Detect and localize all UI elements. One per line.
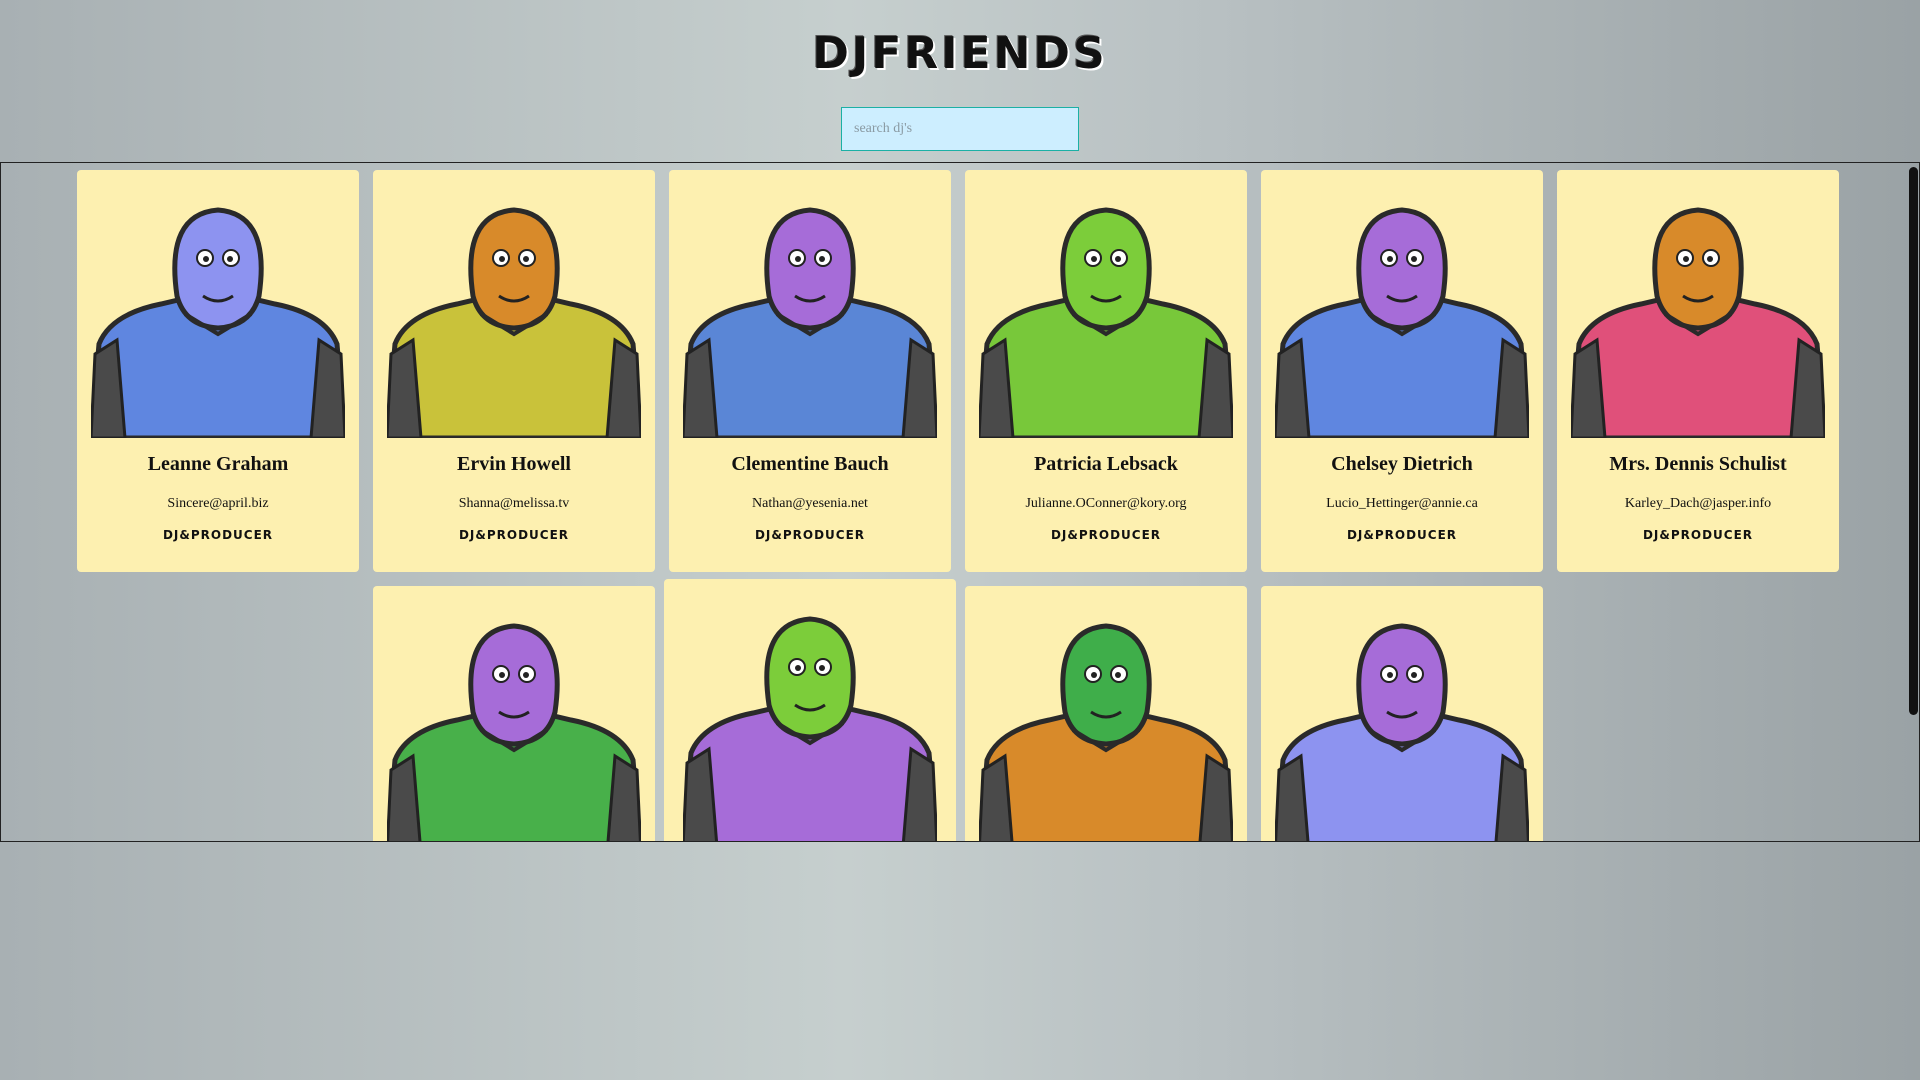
dj-email: Shanna@melissa.tv (458, 496, 570, 511)
dj-name: Ervin Howell (457, 453, 571, 475)
green-cyclops-robot-icon (683, 616, 937, 841)
dj-name: Clementine Bauch (731, 453, 889, 475)
dj-card[interactable]: Clementine Bauch Nathan@yesenia.net DJ&P… (669, 170, 951, 572)
dj-card[interactable]: Chelsey Dietrich Lucio_Hettinger@annie.c… (1261, 170, 1543, 572)
dj-name: Chelsey Dietrich (1331, 453, 1473, 475)
dj-card[interactable]: Patricia Lebsack Julianne.OConner@kory.o… (965, 170, 1247, 572)
card-grid: Leanne Graham Sincere@april.biz DJ&PRODU… (73, 170, 1843, 841)
dj-role: DJ&PRODUCER (754, 528, 866, 542)
dj-card[interactable]: Leanne Graham Sincere@april.biz DJ&PRODU… (77, 170, 359, 572)
dj-email: Sincere@april.biz (167, 496, 269, 511)
dj-card[interactable] (373, 586, 655, 841)
purple-horned-monster-icon (387, 623, 641, 841)
dj-role: DJ&PRODUCER (1050, 528, 1162, 542)
dj-card[interactable]: Mrs. Dennis Schulist Karley_Dach@jasper.… (1557, 170, 1839, 572)
dj-name: Patricia Lebsack (1034, 453, 1178, 475)
dj-role: DJ&PRODUCER (162, 528, 274, 542)
dj-card-list[interactable]: Leanne Graham Sincere@april.biz DJ&PRODU… (0, 162, 1920, 842)
dj-role: DJ&PRODUCER (1346, 528, 1458, 542)
dj-email: Nathan@yesenia.net (752, 496, 868, 511)
dj-email: Karley_Dach@jasper.info (1624, 496, 1772, 511)
purple-smiley-monster-icon (1275, 623, 1529, 841)
green-helmet-monster-icon (979, 207, 1233, 438)
green-horned-monster-icon (979, 623, 1233, 841)
purple-robot-monster-icon (1275, 207, 1529, 438)
dj-name: Leanne Graham (147, 453, 289, 475)
dj-email: Julianne.OConner@kory.org (1025, 496, 1187, 511)
blue-horned-monster-icon (91, 207, 345, 438)
dj-name: Mrs. Dennis Schulist (1609, 453, 1787, 475)
dj-card[interactable] (1261, 586, 1543, 841)
orange-spiky-monster-icon (387, 207, 641, 438)
orange-antenna-monster-icon (1571, 207, 1825, 438)
dj-role: DJ&PRODUCER (1642, 528, 1754, 542)
dj-card[interactable]: Ervin Howell Shanna@melissa.tv DJ&PRODUC… (373, 170, 655, 572)
dj-card[interactable] (965, 586, 1247, 841)
dj-role: DJ&PRODUCER (458, 528, 570, 542)
dj-card[interactable] (664, 579, 956, 841)
purple-cyclops-robot-icon (683, 207, 937, 438)
dj-email: Lucio_Hettinger@annie.ca (1326, 496, 1478, 511)
search-bar (0, 107, 1920, 151)
app-logo: DJFRIENDS (812, 28, 1108, 79)
search-input[interactable] (841, 107, 1079, 151)
scrollbar[interactable] (1909, 167, 1918, 715)
